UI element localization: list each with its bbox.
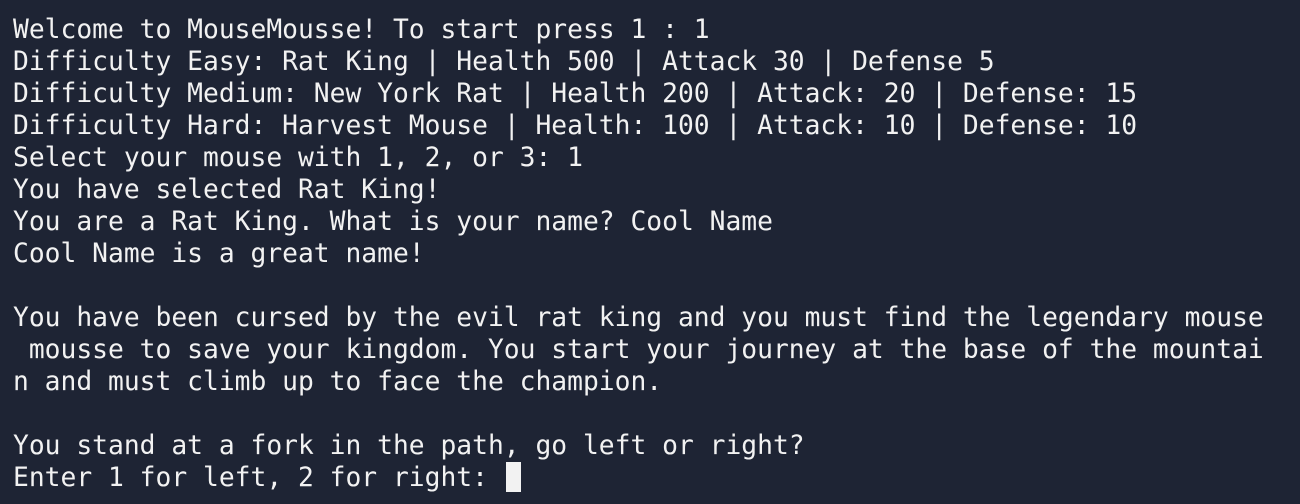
terminal-line-name-response: Cool Name is a great name! — [13, 239, 425, 269]
terminal-line-story-1: You have been cursed by the evil rat kin… — [13, 303, 1264, 333]
terminal-line-welcome: Welcome to MouseMousse! To start press 1… — [13, 15, 710, 45]
text-cursor[interactable] — [505, 462, 521, 492]
terminal-line-name-question: You are a Rat King. What is your name? C… — [13, 207, 773, 237]
terminal-line-select-mouse: Select your mouse with 1, 2, or 3: 1 — [13, 143, 583, 173]
terminal-line-difficulty-easy: Difficulty Easy: Rat King | Health 500 |… — [13, 47, 995, 77]
terminal-input-line[interactable]: Enter 1 for left, 2 for right: — [13, 462, 1300, 494]
terminal-line-story-2: mousse to save your kingdom. You start y… — [13, 335, 1264, 365]
terminal-window[interactable]: Welcome to MouseMousse! To start press 1… — [0, 0, 1300, 504]
terminal-line-selected: You have selected Rat King! — [13, 175, 441, 205]
terminal-line-difficulty-medium: Difficulty Medium: New York Rat | Health… — [13, 79, 1138, 109]
terminal-prompt: Enter 1 for left, 2 for right: — [13, 463, 504, 493]
terminal-line-fork-question: You stand at a fork in the path, go left… — [13, 431, 805, 461]
terminal-line-story-3: n and must climb up to face the champion… — [13, 367, 663, 397]
terminal-line-difficulty-hard: Difficulty Hard: Harvest Mouse | Health:… — [13, 111, 1138, 141]
